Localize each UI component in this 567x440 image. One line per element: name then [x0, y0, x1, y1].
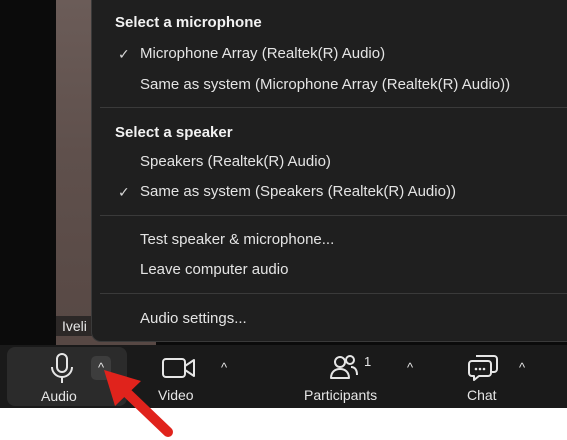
annotation-arrow-icon [104, 370, 173, 437]
